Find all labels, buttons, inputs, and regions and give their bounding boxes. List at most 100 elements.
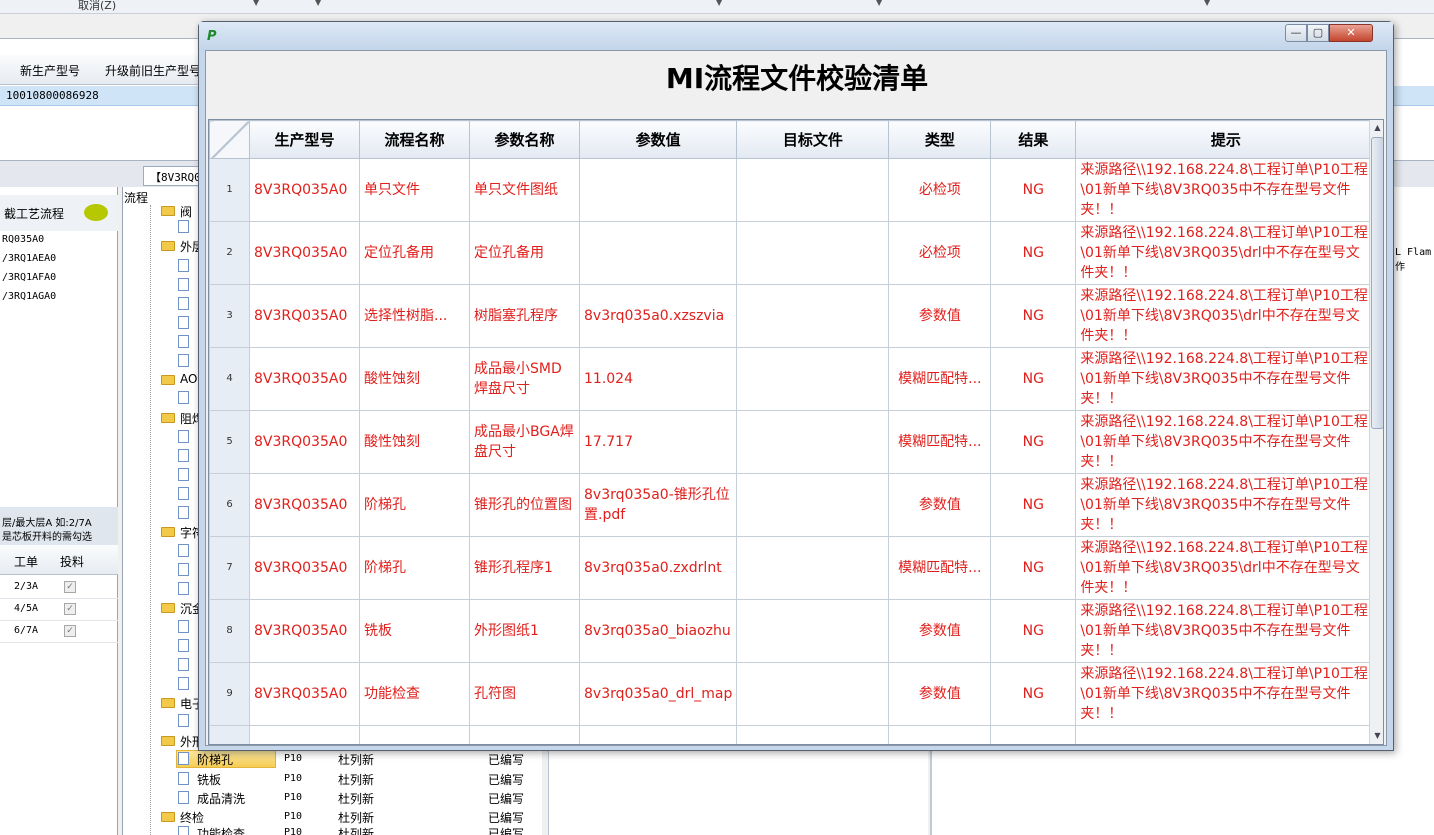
sub-grid-row[interactable]: 6/7A ✓ — [0, 621, 118, 643]
table-row[interactable]: 8 8V3RQ035A0 铣板 外形图纸1 8v3rq035a0_biaozhu 参数值 N… — [209, 599, 1377, 663]
table-row[interactable]: 3 8V3RQ035A0 选择性树脂... 树脂塞孔程序 8v3rq035a0.xzsz… — [209, 284, 1377, 348]
param-name-cell[interactable]: 孔符图 — [469, 662, 580, 726]
cancel-menu-button[interactable]: 取消(Z) — [78, 0, 116, 13]
process-name-cell[interactable]: 铣板 — [359, 599, 470, 663]
window-titlebar[interactable]: P — ▢ ✕ — [199, 22, 1393, 50]
sub-grid-row[interactable]: 4/5A ✓ — [0, 599, 118, 621]
result-cell[interactable]: NG — [990, 473, 1077, 537]
model-cell[interactable]: 8V3RQ035A0 — [249, 284, 360, 348]
left-list-item[interactable]: /3RQ1AFA0 — [2, 272, 56, 283]
param-name-cell[interactable]: 定位孔备用 — [469, 221, 580, 285]
minimize-button[interactable]: — — [1285, 24, 1307, 42]
param-value-cell[interactable]: 8v3rq035a0.xzszvia — [578, 284, 738, 348]
model-cell[interactable] — [249, 725, 360, 744]
type-cell[interactable]: 参数值 — [888, 662, 992, 726]
sub-grid-header-feed[interactable]: 投料 — [60, 553, 84, 570]
result-cell[interactable]: NG — [990, 410, 1077, 474]
model-cell[interactable]: 8V3RQ035A0 — [249, 221, 360, 285]
column-header[interactable]: 提示 — [1075, 120, 1377, 159]
param-name-cell[interactable]: 成品最小SMD焊盘尺寸 — [469, 347, 580, 411]
hint-cell[interactable]: 来源路径\\192.168.224.8\工程订单\P10工程\01新单下线\8V… — [1075, 158, 1377, 222]
checkbox-icon[interactable]: ✓ — [64, 581, 76, 593]
grid-header-new-model[interactable]: 新生产型号 — [20, 62, 80, 79]
table-row[interactable]: 6 8V3RQ035A0 阶梯孔 锥形孔的位置图 8v3rq035a0-锥形孔位置.pd… — [209, 473, 1377, 537]
target-file-cell[interactable] — [736, 725, 890, 744]
type-cell[interactable]: 参数值 — [888, 473, 992, 537]
column-header[interactable]: 类型 — [888, 120, 992, 159]
scroll-down-icon[interactable]: ▼ — [1370, 728, 1383, 744]
checkbox-icon[interactable]: ✓ — [64, 625, 76, 637]
target-file-cell[interactable] — [736, 410, 890, 474]
type-cell[interactable]: 参数值 — [888, 599, 992, 663]
param-value-cell[interactable]: 8v3rq035a0_drl_map — [578, 662, 738, 726]
dropdown-arrow-icon[interactable]: ▼ — [716, 0, 722, 7]
tree-row-name[interactable]: 铣板 — [197, 771, 221, 788]
target-file-cell[interactable] — [736, 158, 890, 222]
target-file-cell[interactable] — [736, 347, 890, 411]
type-cell[interactable] — [888, 725, 992, 744]
result-cell[interactable]: NG — [990, 284, 1077, 348]
target-file-cell[interactable] — [736, 662, 890, 726]
target-file-cell[interactable] — [736, 284, 890, 348]
param-value-cell[interactable] — [578, 725, 738, 744]
type-cell[interactable]: 参数值 — [888, 284, 992, 348]
param-name-cell[interactable]: 外形图纸1 — [469, 599, 580, 663]
table-row[interactable]: 9 8V3RQ035A0 功能检查 孔符图 8v3rq035a0_drl_map 参数值 N… — [209, 662, 1377, 726]
scrollbar-thumb[interactable] — [1371, 137, 1383, 429]
process-name-cell[interactable]: 阶梯孔 — [359, 536, 470, 600]
scroll-up-icon[interactable]: ▲ — [1370, 120, 1383, 136]
param-value-cell[interactable]: 11.024 — [578, 347, 738, 411]
model-cell[interactable]: 8V3RQ035A0 — [249, 410, 360, 474]
param-value-cell[interactable]: 8v3rq035a0.zxdrlnt — [578, 536, 738, 600]
process-name-cell[interactable]: 单只文件 — [359, 158, 470, 222]
column-header[interactable]: 结果 — [990, 120, 1077, 159]
process-name-cell[interactable]: 阶梯孔 — [359, 473, 470, 537]
tree-row-name[interactable]: 成品清洗 — [197, 790, 245, 807]
hint-cell[interactable]: 来源路径\\192.168.224.8\工程订单\P10工程\01新单下线\8V… — [1075, 284, 1377, 348]
hint-cell[interactable]: 来源路径\\192.168.224.8\工程订单\P10工程\01新单下线\8V… — [1075, 536, 1377, 600]
result-cell[interactable]: NG — [990, 347, 1077, 411]
sub-grid-row[interactable]: 2/3A ✓ — [0, 577, 118, 599]
tree-row-name[interactable]: 阶梯孔 — [197, 751, 233, 768]
left-list-item[interactable]: /3RQ1AEA0 — [2, 253, 56, 264]
type-cell[interactable]: 模糊匹配特... — [888, 410, 992, 474]
target-file-cell[interactable] — [736, 599, 890, 663]
select-all-corner[interactable] — [209, 120, 250, 159]
model-cell[interactable]: 8V3RQ035A0 — [249, 473, 360, 537]
param-name-cell[interactable]: 锥形孔程序1 — [469, 536, 580, 600]
result-cell[interactable]: NG — [990, 536, 1077, 600]
sub-grid-header-order[interactable]: 工单 — [14, 553, 38, 570]
table-row[interactable]: 4 8V3RQ035A0 酸性蚀刻 成品最小SMD焊盘尺寸 11.024 模糊匹配特...… — [209, 347, 1377, 411]
param-name-cell[interactable]: 锥形孔的位置图 — [469, 473, 580, 537]
process-name-cell[interactable]: 定位孔备用 — [359, 221, 470, 285]
hint-cell[interactable]: 来源路径\\192.168.224.8\工程订单\P10工 — [1075, 725, 1377, 744]
param-value-cell[interactable]: 8v3rq035a0-锥形孔位置.pdf — [578, 473, 738, 537]
model-cell[interactable]: 8V3RQ035A0 — [249, 347, 360, 411]
checkbox-icon[interactable]: ✓ — [64, 603, 76, 615]
result-cell[interactable] — [990, 725, 1077, 744]
table-row[interactable]: 1 8V3RQ035A0 单只文件 单只文件图纸 必检项 NG 来源路径\\192.168.… — [209, 158, 1377, 222]
process-name-cell[interactable]: 酸性蚀刻 — [359, 410, 470, 474]
dropdown-arrow-icon[interactable]: ▼ — [876, 0, 882, 7]
hint-cell[interactable]: 来源路径\\192.168.224.8\工程订单\P10工程\01新单下线\8V… — [1075, 347, 1377, 411]
column-header[interactable]: 目标文件 — [736, 120, 890, 159]
type-cell[interactable]: 模糊匹配特... — [888, 536, 992, 600]
param-value-cell[interactable]: 17.717 — [578, 410, 738, 474]
target-file-cell[interactable] — [736, 473, 890, 537]
param-value-cell[interactable] — [578, 158, 738, 222]
type-cell[interactable]: 必检项 — [888, 158, 992, 222]
dropdown-arrow-icon[interactable]: ▼ — [315, 0, 321, 7]
target-file-cell[interactable] — [736, 536, 890, 600]
table-row[interactable]: 2 8V3RQ035A0 定位孔备用 定位孔备用 必检项 NG 来源路径\\192.168.… — [209, 221, 1377, 285]
param-name-cell[interactable]: 成品最小BGA焊盘尺寸 — [469, 410, 580, 474]
type-cell[interactable]: 必检项 — [888, 221, 992, 285]
grid-header-old-model[interactable]: 升级前旧生产型号 — [105, 62, 201, 79]
tree-folder-label[interactable]: 终检 — [180, 809, 204, 826]
process-name-cell[interactable]: 功能检查 — [359, 662, 470, 726]
target-file-cell[interactable] — [736, 221, 890, 285]
process-name-cell[interactable]: 酸性蚀刻 — [359, 347, 470, 411]
result-cell[interactable]: NG — [990, 221, 1077, 285]
left-list-item[interactable]: RQ035A0 — [2, 234, 44, 245]
param-name-cell[interactable]: 树脂塞孔程序 — [469, 284, 580, 348]
close-button[interactable]: ✕ — [1329, 24, 1373, 42]
